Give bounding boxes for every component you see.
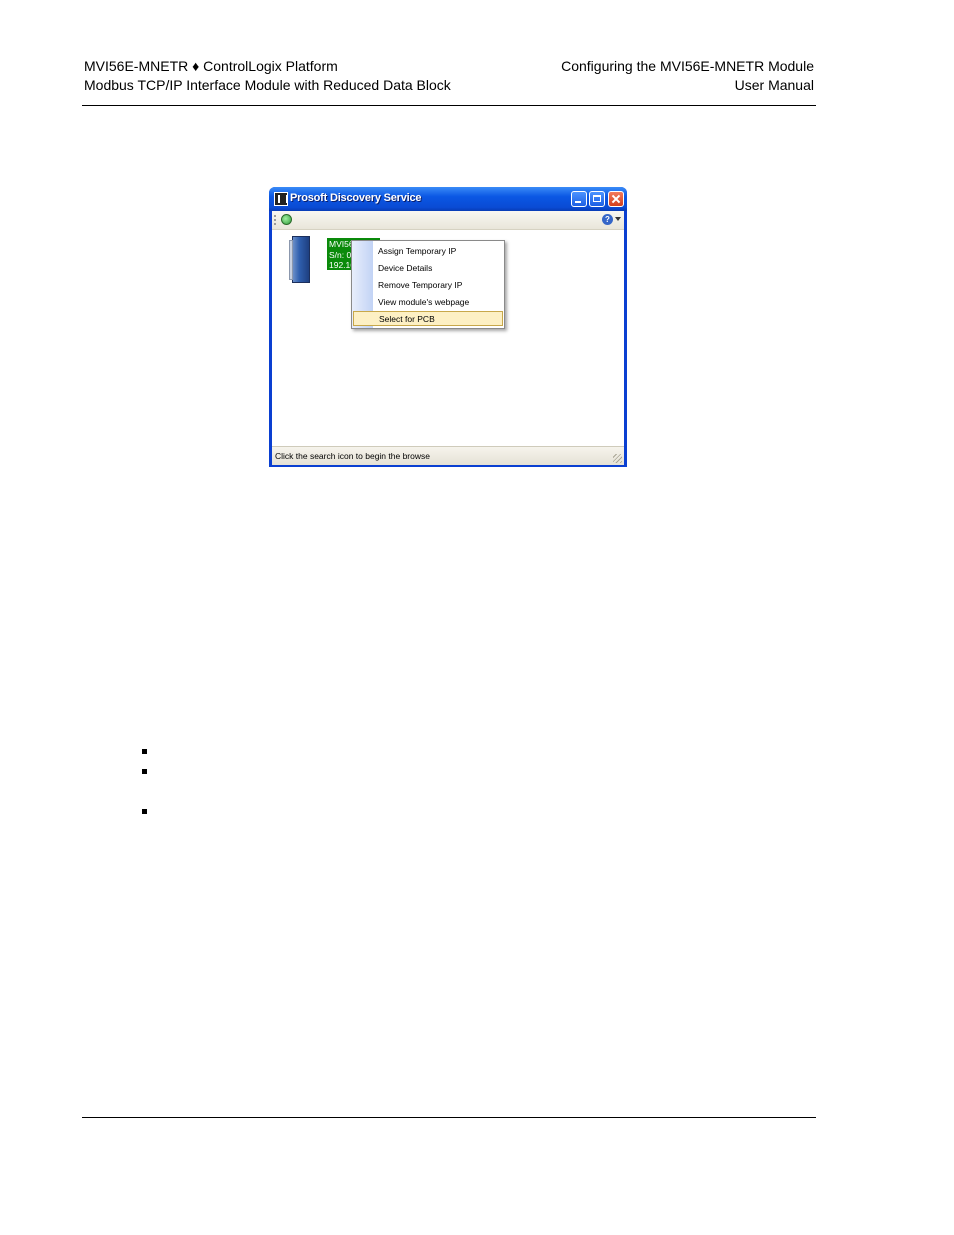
context-menu: Assign Temporary IP Device Details Remov… xyxy=(351,240,505,329)
menu-item-select-for-pcb[interactable]: Select for PCB xyxy=(353,311,503,326)
app-icon xyxy=(274,192,288,206)
minimize-button[interactable] xyxy=(571,191,587,207)
status-text: Click the search icon to begin the brows… xyxy=(275,451,430,461)
bullet-marker xyxy=(142,769,147,774)
header-section-title: Configuring the MVI56E-MNETR Module xyxy=(561,58,814,74)
title-bar[interactable]: Prosoft Discovery Service xyxy=(269,187,627,211)
close-button[interactable] xyxy=(608,191,624,207)
menu-item-device-details[interactable]: Device Details xyxy=(373,261,504,276)
window-title: Prosoft Discovery Service xyxy=(290,192,422,204)
maximize-button[interactable] xyxy=(589,191,605,207)
discovery-service-window: Prosoft Discovery Service ? MVI56E S/n: … xyxy=(269,187,627,467)
bullet-marker xyxy=(142,809,147,814)
toolbar: ? xyxy=(272,211,624,230)
search-icon[interactable] xyxy=(281,214,292,225)
footer-divider xyxy=(82,1117,816,1118)
chevron-down-icon[interactable] xyxy=(615,217,621,221)
header-divider xyxy=(82,105,816,106)
window-client-area: ? MVI56E S/n: 00 192.16 Assign Temporary… xyxy=(272,211,624,465)
resize-grip[interactable] xyxy=(613,454,622,463)
module-device-icon[interactable] xyxy=(289,236,310,283)
header-left: MVI56E-MNETR ♦ ControlLogix Platform Mod… xyxy=(84,57,451,95)
status-bar: Click the search icon to begin the brows… xyxy=(272,446,624,465)
bullet-marker xyxy=(142,749,147,754)
toolbar-grip[interactable] xyxy=(274,215,278,225)
header-product-description: Modbus TCP/IP Interface Module with Redu… xyxy=(84,77,451,93)
menu-item-remove-temporary-ip[interactable]: Remove Temporary IP xyxy=(373,278,504,293)
menu-item-view-webpage[interactable]: View module's webpage xyxy=(373,295,504,310)
menu-item-assign-temporary-ip[interactable]: Assign Temporary IP xyxy=(373,244,504,259)
help-icon[interactable]: ? xyxy=(602,214,613,225)
header-right: Configuring the MVI56E-MNETR Module User… xyxy=(561,57,814,95)
header-document-type: User Manual xyxy=(734,77,814,93)
header-product-line: MVI56E-MNETR ♦ ControlLogix Platform xyxy=(84,58,338,74)
